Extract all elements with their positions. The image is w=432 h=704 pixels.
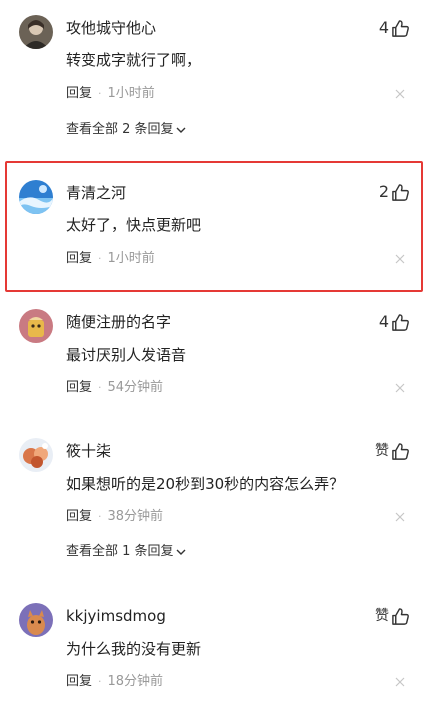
comment-meta: 回复 · 18分钟前 [66, 673, 163, 691]
username[interactable]: 攻他城守他心 [66, 18, 156, 38]
thumbs-up-icon [391, 19, 410, 38]
timestamp: 38分钟前 [107, 509, 164, 524]
thumbs-up-icon [391, 313, 410, 332]
close-icon[interactable] [394, 676, 406, 688]
comment-text: 如果想听的是20秒到30秒的内容怎么弄？ [66, 475, 345, 493]
close-icon[interactable] [394, 511, 406, 523]
separator-dot: · [98, 381, 102, 394]
chevron-down-icon [176, 127, 186, 134]
like-button[interactable]: 赞 [375, 605, 410, 627]
like-count: 赞 [375, 608, 389, 624]
comment-text: 转变成字就行了啊， [66, 51, 202, 69]
thumbs-up-icon [391, 442, 410, 461]
comment-text: 最讨厌别人发语音 [66, 346, 187, 364]
view-all-replies-button[interactable]: 查看全部 2 条回复 [66, 121, 186, 139]
like-button[interactable]: 4 [379, 17, 410, 39]
like-count: 4 [378, 18, 389, 37]
like-button[interactable]: 赞 [375, 440, 410, 462]
thumbs-up-icon [391, 607, 410, 626]
avatar[interactable] [19, 438, 53, 472]
comment-meta: 回复 · 54分钟前 [66, 379, 163, 397]
username[interactable]: 随便注册的名字 [66, 312, 171, 332]
close-icon[interactable] [394, 88, 406, 100]
like-count: 赞 [375, 443, 389, 459]
comment-meta: 回复 · 38分钟前 [66, 508, 163, 526]
view-all-replies-label: 查看全部 2 条回复 [66, 122, 174, 137]
reply-button[interactable]: 回复 [66, 379, 92, 397]
comment-meta: 回复 · 1小时前 [66, 85, 155, 103]
timestamp: 1小时前 [107, 86, 155, 101]
reply-button[interactable]: 回复 [66, 508, 92, 526]
comment-text: 为什么我的没有更新 [66, 640, 202, 658]
comment-list: 攻他城守他心 4 转变成字就行了啊， 回复 · 1小时前 查看全部 2 条回复 [0, 0, 432, 704]
view-all-replies-button[interactable]: 查看全部 1 条回复 [66, 543, 186, 561]
timestamp: 54分钟前 [107, 380, 164, 395]
separator-dot: · [98, 675, 102, 688]
close-icon[interactable] [394, 382, 406, 394]
reply-button[interactable]: 回复 [66, 85, 92, 103]
separator-dot: · [98, 510, 102, 523]
avatar[interactable] [19, 15, 53, 49]
avatar[interactable] [19, 603, 53, 637]
like-count: 4 [378, 312, 389, 331]
like-button[interactable]: 4 [379, 311, 410, 333]
reply-button[interactable]: 回复 [66, 673, 92, 691]
timestamp: 18分钟前 [107, 674, 164, 689]
username[interactable]: kkjyimsdmog [66, 606, 166, 626]
username[interactable]: 筱十柒 [66, 441, 111, 461]
highlight-box [5, 161, 423, 292]
separator-dot: · [98, 87, 102, 100]
chevron-down-icon [176, 549, 186, 556]
avatar[interactable] [19, 309, 53, 343]
view-all-replies-label: 查看全部 1 条回复 [66, 544, 174, 559]
